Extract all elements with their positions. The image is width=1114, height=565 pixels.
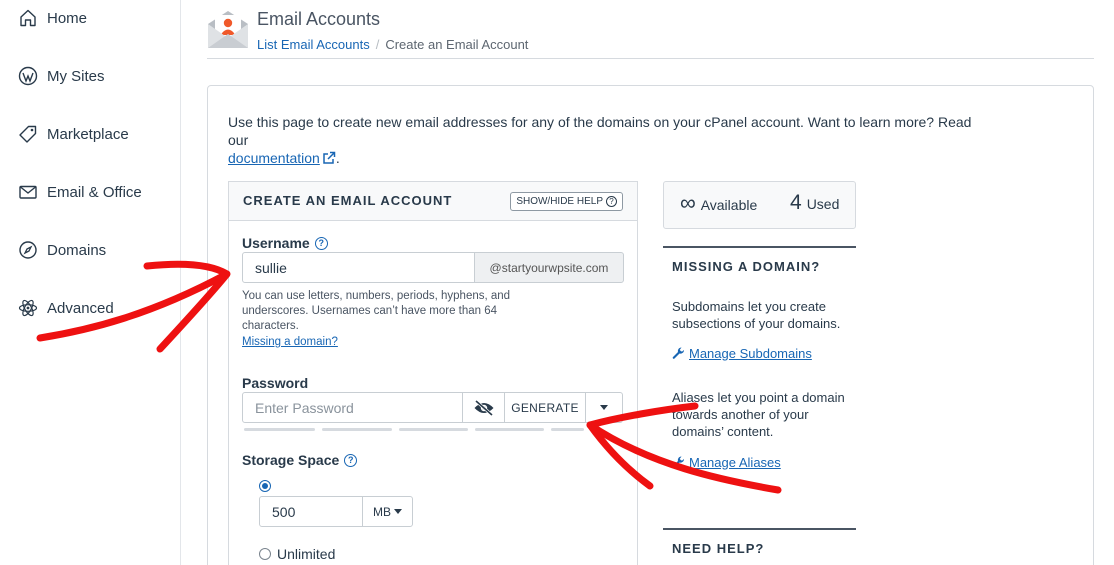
password-label: Password [242, 375, 309, 391]
form-title: CREATE AN EMAIL ACCOUNT [243, 193, 453, 208]
used-label: Used [806, 196, 840, 212]
sidebar-item-label: Home [47, 9, 88, 27]
email-accounts-icon [208, 11, 248, 48]
password-strength-segment [475, 428, 544, 431]
help-button-label: SHOW/HIDE HELP [516, 196, 603, 207]
storage-unit-value: MB [373, 504, 391, 519]
sidebar-item-label: Marketplace [47, 125, 129, 143]
unlimited-label: Unlimited [277, 546, 336, 562]
sidebar-item-label: Email & Office [47, 183, 142, 201]
sidebar-item-label: Advanced [47, 299, 114, 317]
account-stats: ∞ Available 4 Used [663, 181, 856, 229]
page-title: Email Accounts [257, 9, 381, 29]
password-strength-segment [399, 428, 468, 431]
password-input[interactable] [242, 392, 463, 423]
caret-down-icon [600, 405, 608, 410]
compass-icon [19, 241, 37, 259]
storage-label-text: Storage Space [242, 452, 340, 468]
password-strength-segment [551, 428, 584, 431]
storage-unlimited-radio[interactable] [259, 548, 271, 560]
manage-subdomains-link[interactable]: Manage Subdomains [672, 346, 812, 361]
missing-domain-heading: MISSING A DOMAIN? [672, 259, 821, 274]
username-label: Username ? [242, 235, 328, 251]
atom-icon [18, 299, 38, 317]
storage-unit-select[interactable]: MB [362, 496, 413, 527]
storage-custom-radio[interactable] [259, 480, 271, 492]
aliases-text: Aliases let you point a domain towards a… [672, 390, 845, 439]
missing-domain-link[interactable]: Missing a domain? [242, 336, 338, 348]
username-hint: You can use letters, numbers, periods, h… [242, 290, 511, 332]
wrench-icon [672, 347, 685, 359]
sidebar-item-label: My Sites [47, 67, 105, 85]
username-input[interactable] [242, 252, 475, 283]
form-header: CREATE AN EMAIL ACCOUNT SHOW/HIDE HELP ? [229, 182, 637, 221]
breadcrumb-list-email-accounts[interactable]: List Email Accounts [257, 37, 370, 52]
wordpress-icon [18, 66, 38, 86]
external-link-icon [323, 151, 336, 164]
header-divider [207, 58, 1094, 59]
domain-suffix: @startyourwpsite.com [474, 252, 624, 283]
available-stat: ∞ Available [680, 190, 758, 215]
manage-aliases-link[interactable]: Manage Aliases [672, 455, 781, 470]
documentation-link-label: documentation [228, 150, 320, 166]
used-stat: 4 Used [790, 191, 840, 214]
sidebar-item-email-office[interactable]: Email & Office [18, 182, 142, 202]
subdomains-text: Subdomains let you create subsections of… [672, 299, 841, 331]
need-help-divider [663, 528, 856, 530]
generate-options-dropdown[interactable] [585, 392, 623, 423]
username-help-icon[interactable]: ? [314, 236, 328, 250]
used-count: 4 [790, 191, 802, 214]
wrench-icon [672, 456, 685, 468]
sidebar-item-marketplace[interactable]: Marketplace [18, 124, 129, 144]
manage-aliases-label: Manage Aliases [689, 455, 781, 470]
breadcrumb-current: Create an Email Account [385, 37, 529, 52]
sidebar-item-my-sites[interactable]: My Sites [18, 66, 105, 86]
username-label-text: Username [242, 235, 310, 251]
toggle-password-visibility-button[interactable] [462, 392, 505, 423]
tag-icon [19, 125, 37, 143]
sidebar-item-domains[interactable]: Domains [18, 240, 106, 260]
sidebar: Home My Sites Marketplace Email & Office… [0, 0, 181, 565]
storage-space-label: Storage Space ? [242, 452, 358, 468]
documentation-link[interactable]: documentation [228, 150, 336, 166]
sidebar-item-label: Domains [47, 241, 107, 259]
available-label: Available [700, 197, 758, 213]
intro-end: . [335, 150, 340, 166]
password-strength-segment [322, 428, 392, 431]
home-icon [20, 9, 36, 27]
eye-slash-icon [474, 399, 493, 416]
storage-help-icon[interactable]: ? [344, 453, 358, 467]
need-help-heading: NEED HELP? [672, 541, 765, 556]
missing-domain-divider [663, 246, 856, 248]
sidebar-item-home[interactable]: Home [18, 8, 87, 28]
breadcrumb-separator: / [375, 37, 380, 52]
intro-sentence: Use this page to create new email addres… [228, 114, 972, 148]
breadcrumb: List Email Accounts / Create an Email Ac… [257, 37, 528, 52]
question-icon: ? [606, 196, 617, 207]
caret-down-icon [394, 509, 402, 514]
generate-password-button[interactable]: GENERATE [504, 392, 586, 423]
intro-text: Use this page to create new email addres… [228, 113, 988, 167]
manage-subdomains-label: Manage Subdomains [689, 346, 812, 361]
show-hide-help-button[interactable]: SHOW/HIDE HELP ? [510, 192, 623, 211]
infinity-icon: ∞ [680, 190, 696, 215]
envelope-icon [19, 185, 37, 199]
sidebar-item-advanced[interactable]: Advanced [18, 298, 114, 318]
storage-quota-input[interactable] [259, 496, 363, 527]
password-strength-segment [244, 428, 315, 431]
